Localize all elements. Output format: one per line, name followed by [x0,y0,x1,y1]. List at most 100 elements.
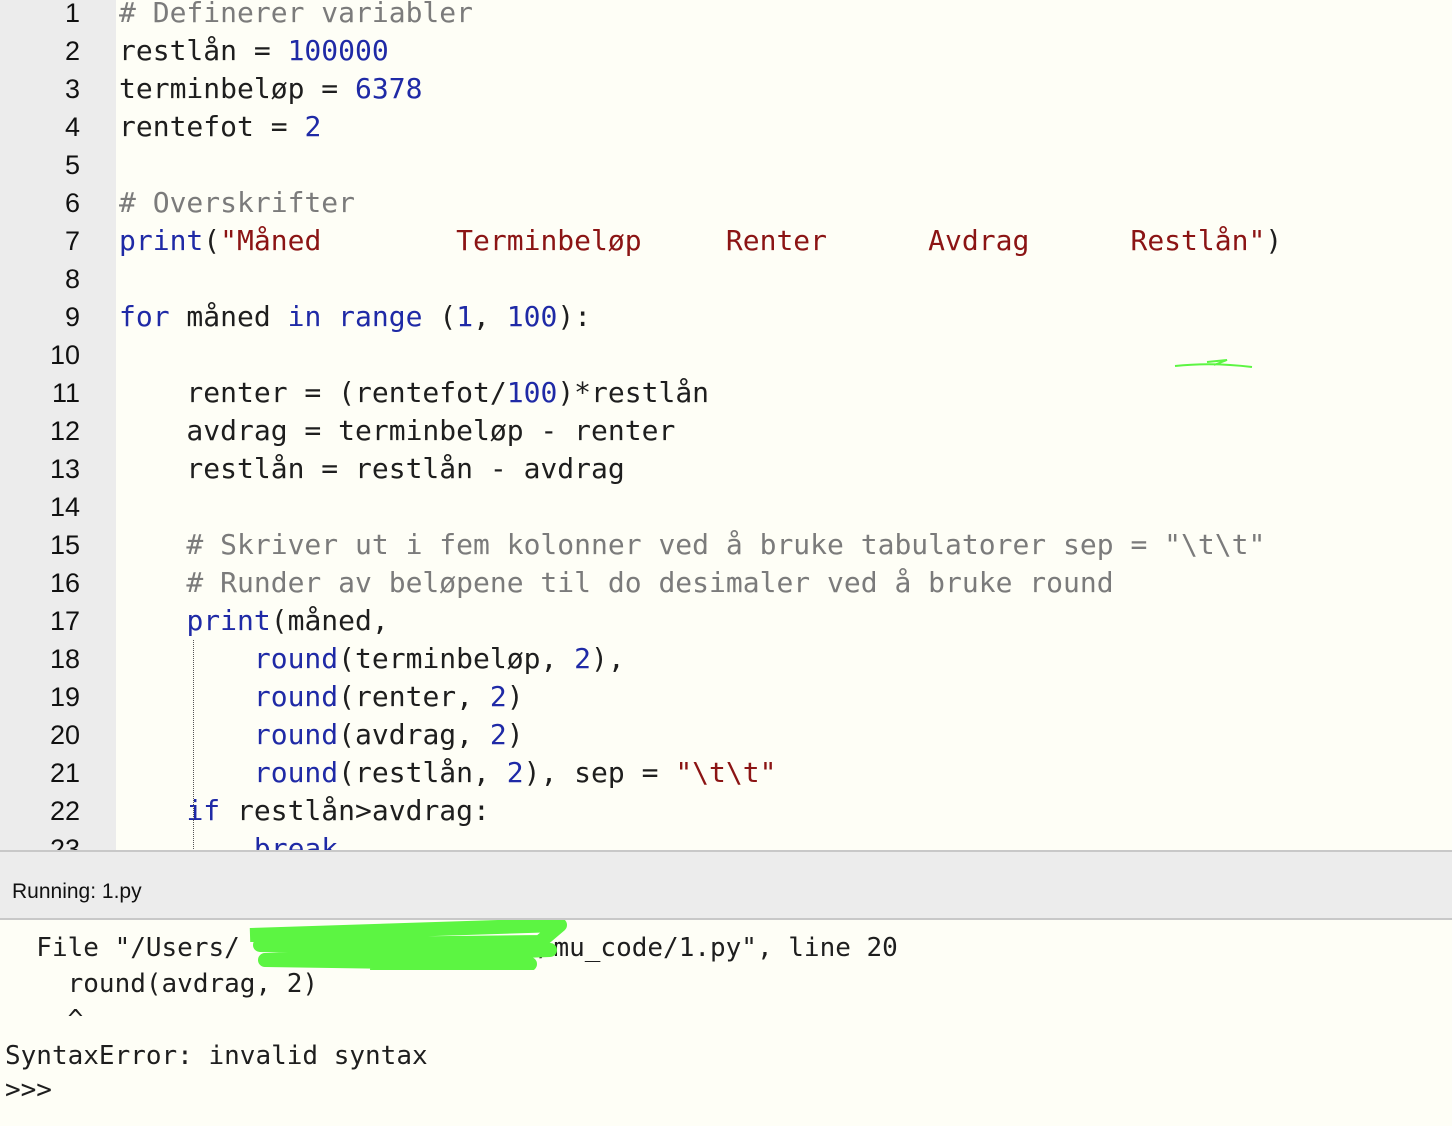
code-line[interactable]: 2 restlån = 100000 [0,32,1452,70]
code-token: , [473,300,507,333]
annotation-scribble [1174,359,1253,368]
line-number: 23 [49,834,80,851]
line-number: 14 [49,492,80,522]
code-token: 100 [506,376,558,409]
code-text: avdrag = terminbeløp - renter [119,412,675,450]
code-editor[interactable]: 1 # Definerer variabler 2 restlån = 100000 3… [0,0,1452,851]
code-line[interactable]: 7 print("Måned Terminbeløp Renter Avdrag … [0,222,1452,260]
code-text: # Overskrifter [119,184,355,222]
line-number: 13 [49,454,80,484]
line-number: 17 [49,606,80,636]
code-line[interactable]: 8 [0,260,1452,298]
code-token: round [253,718,339,751]
code-text: renter = (rentefot/100)*restlån [119,374,709,412]
code-line[interactable]: 5 [0,146,1452,184]
traceback-caret-line: ^ [5,1005,84,1035]
code-token: ) [506,718,524,751]
code-line[interactable]: 9 for måned in range (1, 100): [0,298,1452,336]
repl-output[interactable]: File "/Users/ /mu_code/1.py", line 20 rou… [0,920,1452,1126]
code-token: ), [591,642,625,675]
code-token: 2 [489,718,507,751]
code-token: = [253,34,288,67]
code-line[interactable]: 16 # Runder av beløpene til do desimaler… [0,564,1452,602]
code-token: terminbeløp [119,72,322,105]
line-number: 12 [49,416,80,446]
line-number: 1 [64,0,80,28]
line-number: 7 [64,226,80,256]
code-token: print [186,604,271,637]
code-line[interactable]: 22 if restlån>avdrag: [0,792,1452,830]
code-token: "\t\t" [675,756,777,789]
code-text: round(terminbeløp, 2), [119,640,625,678]
line-number: 22 [49,796,80,826]
code-token: restlån = restlån - avdrag [119,452,625,485]
code-token: ) [506,680,524,713]
code-token: in [287,300,322,333]
code-token: break [253,832,339,851]
code-line[interactable]: 3 terminbeløp = 6378 [0,70,1452,108]
code-token: )*restlån [557,376,710,409]
code-token: (avdrag, [338,718,490,751]
code-token: ), sep = [523,756,676,789]
line-number: 20 [49,720,80,750]
code-token: (restlån, [338,756,507,789]
code-line[interactable]: 4 rentefot = 2 [0,108,1452,146]
code-token: 2 [304,110,322,143]
code-token: måned [169,300,288,333]
code-text: break [119,830,338,851]
code-token: (måned, [270,604,389,637]
code-line[interactable]: 6 # Overskrifter [0,184,1452,222]
indent-guide [193,640,194,851]
line-number: 8 [64,264,80,294]
code-line[interactable]: 17 print(måned, [0,602,1452,640]
code-token: 2 [506,756,524,789]
repl-prompt[interactable]: >>> [5,1072,52,1108]
code-token: 2 [489,680,507,713]
code-token: = [270,110,305,143]
line-number: 4 [64,112,80,142]
code-line[interactable]: 12 avdrag = terminbeløp - renter [0,412,1452,450]
code-line[interactable]: 13 restlån = restlån - avdrag [0,450,1452,488]
code-token: ) [1265,224,1283,257]
line-number: 10 [49,340,80,370]
line-number: 6 [64,188,80,218]
code-token: # Skriver ut i fem kolonner ved å bruke … [119,528,1266,561]
code-line[interactable]: 19 round(renter, 2) [0,678,1452,716]
code-token: if [186,794,221,827]
panel-title: Running: 1.py [12,880,142,903]
code-token: 2 [574,642,592,675]
traceback-file-suffix: /mu_code/1.py", line 20 [537,933,898,963]
code-token: round [253,756,339,789]
line-number: 21 [49,758,80,788]
code-line[interactable]: 23 break [0,830,1452,851]
code-text: restlån = restlån - avdrag [119,450,625,488]
code-line[interactable]: 1 # Definerer variabler [0,0,1452,32]
code-token: rentefot [119,110,271,143]
code-text: restlån = 100000 [119,32,389,70]
code-token: round [253,642,339,675]
code-token: print [119,224,204,257]
code-line[interactable]: 20 round(avdrag, 2) [0,716,1452,754]
code-text: # Runder av beløpene til do desimaler ve… [119,564,1113,602]
code-token: round [253,680,339,713]
code-line[interactable]: 11 renter = (rentefot/100)*restlån [0,374,1452,412]
code-line[interactable]: 14 [0,488,1452,526]
code-token: 6378 [355,72,423,105]
code-token: renter = (rentefot/ [119,376,507,409]
code-line[interactable]: 21 round(restlån, 2), sep = "\t\t" [0,754,1452,792]
code-text: round(avdrag, 2) [119,716,524,754]
code-line[interactable]: 18 round(terminbeløp, 2), [0,640,1452,678]
line-number: 11 [51,378,80,408]
code-text: print(måned, [119,602,389,640]
code-token: # Overskrifter [119,186,356,219]
code-token: 100 [506,300,558,333]
code-token: avdrag = terminbeløp - renter [119,414,676,447]
code-token: restlån [119,34,254,67]
line-number: 19 [49,682,80,712]
redaction-mark [249,920,567,970]
code-line[interactable]: 15 # Skriver ut i fem kolonner ved å bru… [0,526,1452,564]
